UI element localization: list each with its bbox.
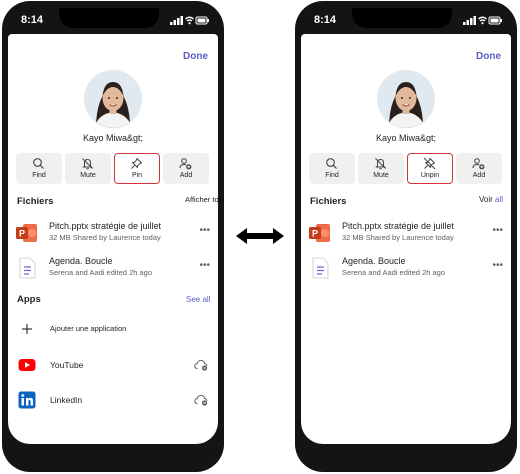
action-bar: Find Mute Unpin Add — [309, 153, 504, 184]
add-label: Add — [179, 172, 193, 179]
list-item[interactable]: P Pitch.pptx stratégie de juillet 32 MB … — [309, 220, 505, 248]
profile-name: Kayo Miwa&gt; — [82, 133, 144, 143]
loop-icon — [16, 257, 38, 279]
plus-icon — [18, 320, 36, 338]
status-icons — [170, 14, 210, 26]
more-options-icon[interactable]: ••• — [199, 225, 210, 236]
files-link-prefix: Voir — [479, 195, 496, 204]
app-item-youtube[interactable]: YouTube — [18, 354, 212, 378]
mute-button[interactable]: Mute — [358, 153, 404, 184]
double-arrow-icon — [236, 228, 284, 244]
files-see-all-link[interactable]: Afficher tout — [185, 195, 218, 204]
status-icons — [463, 14, 503, 26]
unpin-label: Unpin — [420, 172, 440, 179]
status-time: 8:14 — [21, 14, 44, 26]
file-name: Agenda. Boucle — [49, 256, 113, 266]
add-button[interactable]: Add — [163, 153, 209, 184]
file-meta: 32 MB Shared by Laurence today — [49, 233, 161, 242]
app-name: YouTube — [50, 360, 84, 370]
done-button[interactable]: Done — [476, 51, 501, 62]
find-button[interactable]: Find — [16, 153, 62, 184]
done-button[interactable]: Done — [183, 51, 208, 62]
file-name: Pitch.pptx stratégie de juillet — [49, 221, 162, 231]
profile-screen: Done Kayo Miwa&gt; Find — [301, 34, 511, 444]
avatar — [84, 70, 142, 128]
bell-off-icon — [81, 157, 94, 170]
files-title: Fichiers — [17, 196, 54, 207]
file-meta: Serena and Aadi edited 2h ago — [342, 268, 446, 277]
svg-text:P: P — [19, 229, 25, 239]
linkedin-icon — [18, 391, 36, 409]
files-title: Fichiers — [310, 196, 347, 207]
search-icon — [32, 157, 45, 170]
status-bar: 8:14 — [295, 1, 517, 33]
profile-name: Kayo Miwa&gt; — [375, 133, 437, 143]
add-app-item[interactable]: Ajouter une application — [18, 318, 212, 342]
loop-icon — [309, 257, 331, 279]
find-button[interactable]: Find — [309, 153, 355, 184]
file-name: Agenda. Boucle — [342, 256, 406, 266]
profile-screen: Done Kayo Miwa&gt; Find — [8, 34, 218, 444]
more-options-icon[interactable]: ••• — [199, 260, 210, 271]
youtube-icon — [18, 356, 36, 374]
action-bar: Find Mute Pin Add — [16, 153, 211, 184]
list-item[interactable]: P Pitch.pptx stratégie de juillet 32 MB … — [16, 220, 212, 248]
apps-see-all-link[interactable]: See all — [186, 295, 210, 304]
add-person-icon — [472, 157, 485, 170]
mute-label: Mute — [373, 172, 389, 179]
notch — [59, 8, 159, 28]
avatar — [377, 70, 435, 128]
app-item-linkedin[interactable]: LinkedIn — [18, 389, 212, 413]
unpin-icon — [423, 157, 436, 170]
pin-label: Pin — [131, 172, 143, 179]
svg-text:P: P — [312, 229, 318, 239]
mute-button[interactable]: Mute — [65, 153, 111, 184]
status-bar: 8:14 — [2, 1, 224, 33]
notch — [352, 8, 452, 28]
file-meta: Serena and Aadi edited 2h ago — [49, 268, 153, 277]
phone-left: 8:14 Done Kayo Miwa&gt; Find Mute Pin Ad… — [2, 1, 224, 472]
files-link-suffix: all — [495, 195, 504, 204]
cloud-download-icon[interactable] — [194, 393, 208, 406]
apps-title: Apps — [17, 294, 41, 305]
powerpoint-icon: P — [309, 222, 331, 244]
pin-icon — [130, 157, 143, 170]
cloud-download-icon[interactable] — [194, 358, 208, 371]
file-name: Pitch.pptx stratégie de juillet — [342, 221, 455, 231]
unpin-button[interactable]: Unpin — [407, 153, 453, 184]
mute-label: Mute — [80, 172, 96, 179]
list-item[interactable]: Agenda. Boucle Serena and Aadi edited 2h… — [16, 255, 212, 283]
status-time: 8:14 — [314, 14, 337, 26]
search-icon — [325, 157, 338, 170]
phone-right: 8:14 Done Kayo Miwa&gt; Find Mute Unpin … — [295, 1, 517, 472]
add-person-icon — [179, 157, 192, 170]
add-button[interactable]: Add — [456, 153, 502, 184]
list-item[interactable]: Agenda. Boucle Serena and Aadi edited 2h… — [309, 255, 505, 283]
more-options-icon[interactable]: ••• — [492, 225, 503, 236]
file-meta: 32 MB Shared by Laurence today — [342, 233, 454, 242]
more-options-icon[interactable]: ••• — [492, 260, 503, 271]
find-label: Find — [32, 172, 46, 179]
find-label: Find — [325, 172, 339, 179]
pin-button[interactable]: Pin — [114, 153, 160, 184]
app-name: LinkedIn — [50, 395, 83, 405]
add-label: Add — [472, 172, 486, 179]
powerpoint-icon: P — [16, 222, 38, 244]
files-see-all-link[interactable]: Voir all — [479, 195, 503, 204]
bell-off-icon — [374, 157, 387, 170]
add-app-label: Ajouter une application — [50, 324, 127, 333]
